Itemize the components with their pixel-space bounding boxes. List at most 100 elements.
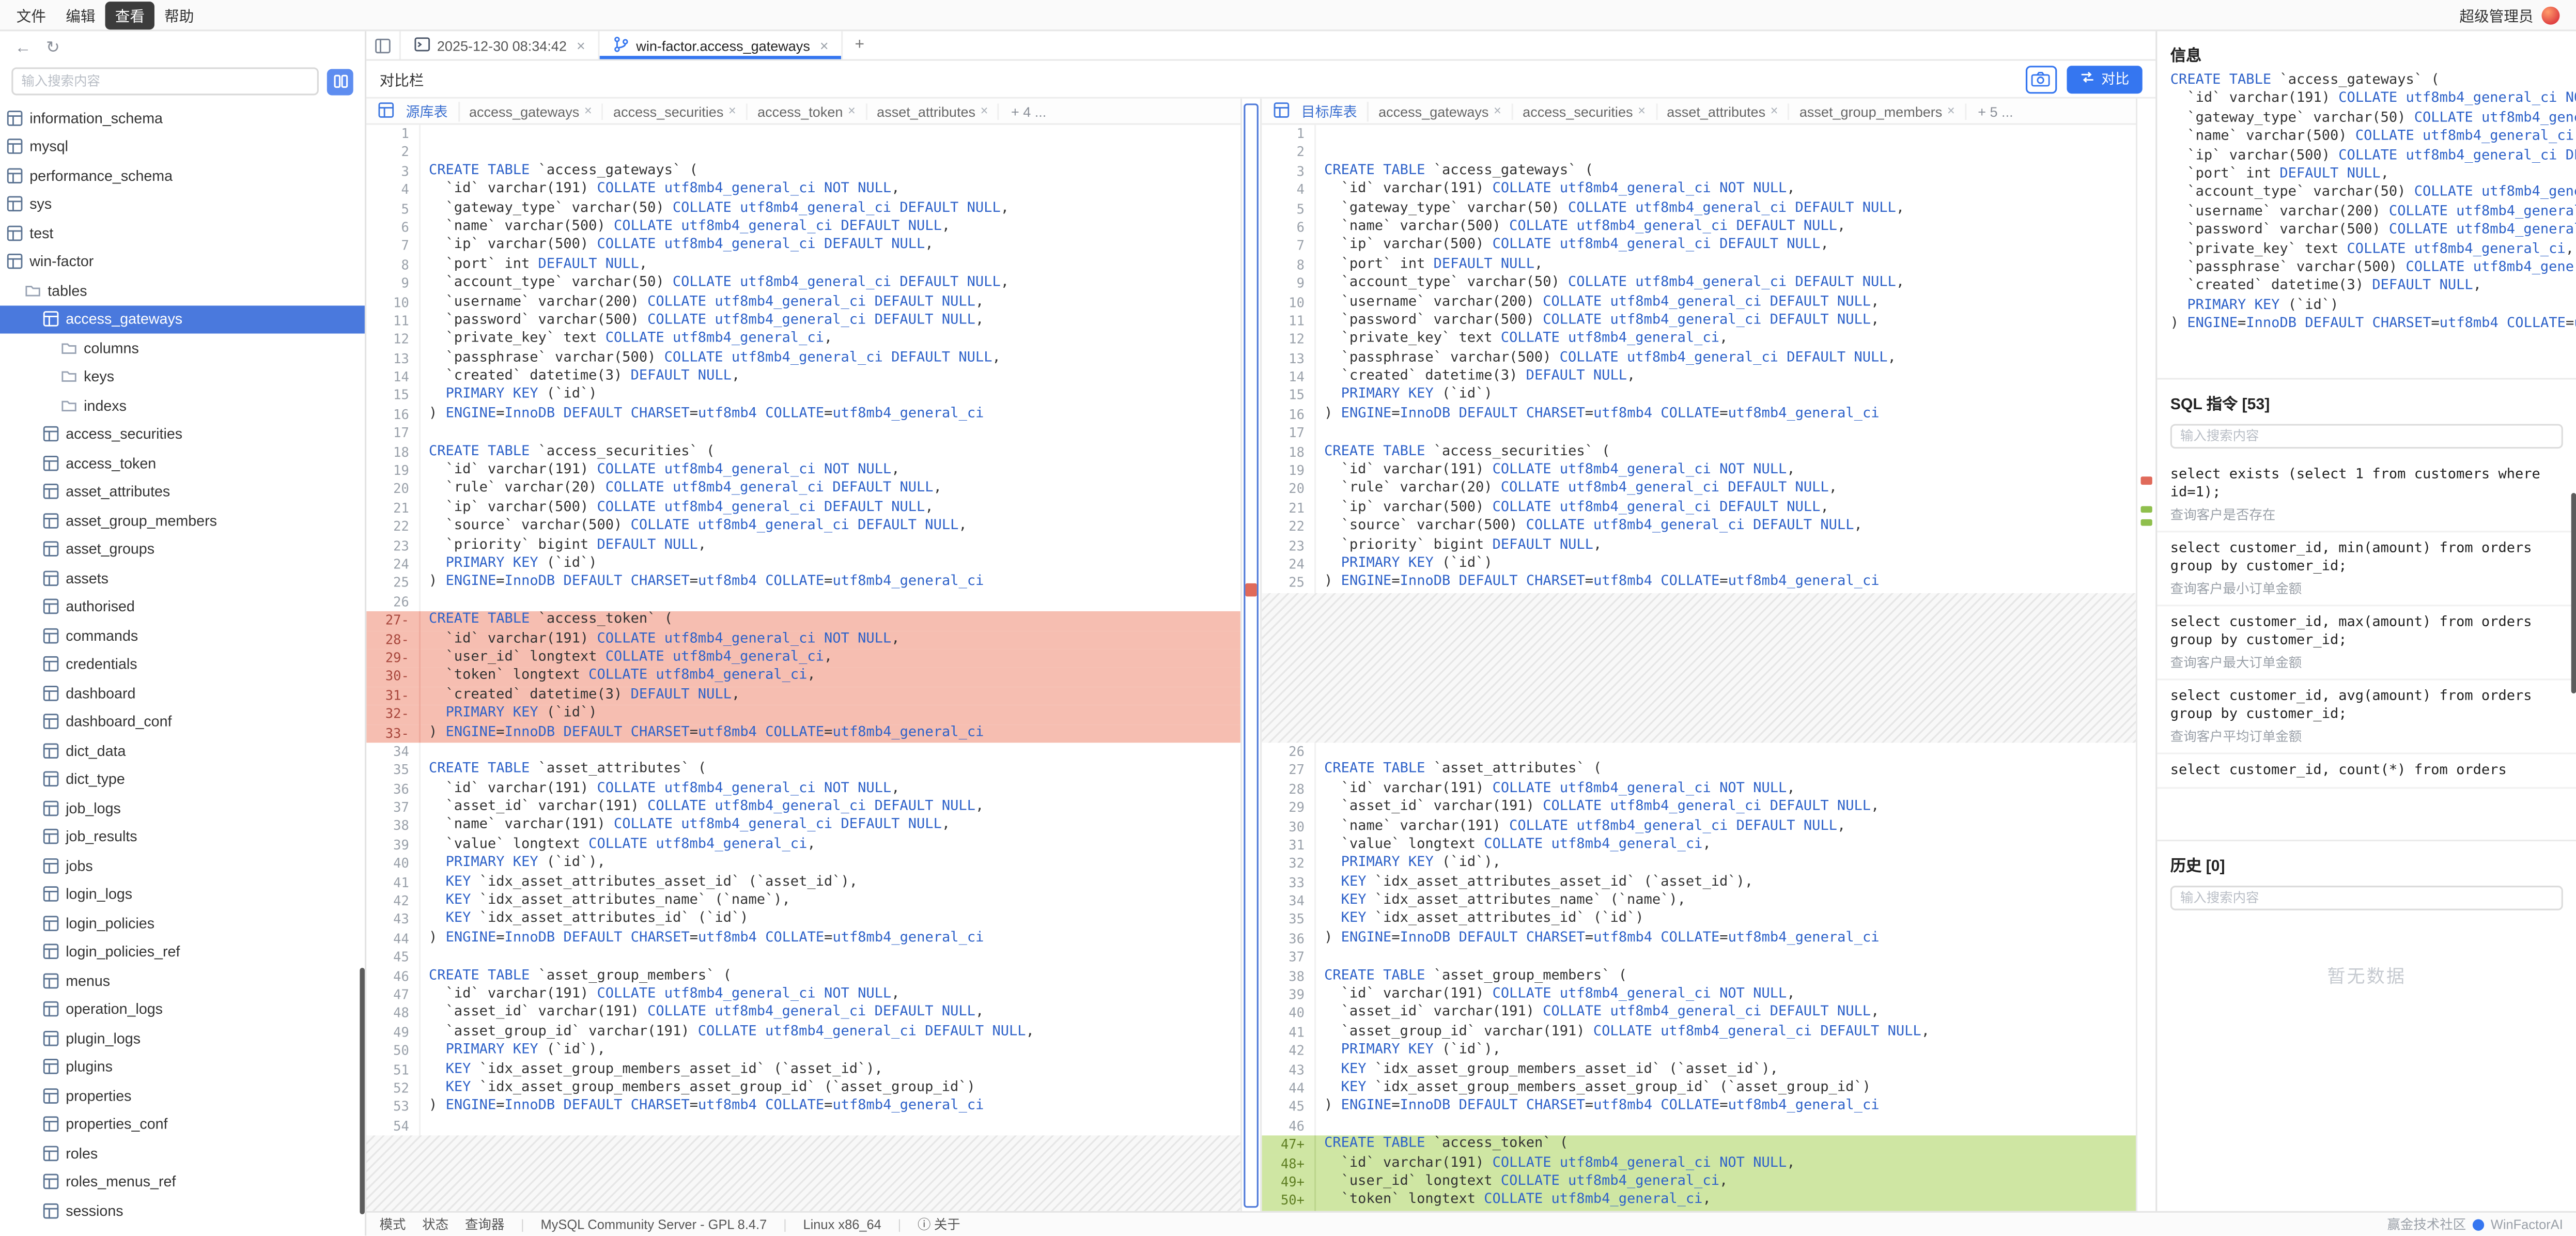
tree-item-asset_attributes[interactable]: asset_attributes	[0, 477, 365, 506]
menu-help[interactable]: 帮助	[154, 1, 204, 29]
tree-item-access_securities[interactable]: access_securities	[0, 420, 365, 449]
sql-commands-search-input[interactable]	[2170, 423, 2563, 448]
source-editor[interactable]: 123CREATE TABLE `access_gateways` (4 `id…	[366, 125, 1240, 1211]
sql-command-item[interactable]: select exists (select 1 from customers w…	[2157, 458, 2576, 532]
statusbar-status[interactable]: 状态	[422, 1215, 448, 1233]
compare-button[interactable]: 对比	[2067, 65, 2142, 93]
sql-command-item[interactable]: select customer_id, max(amount) from ord…	[2157, 606, 2576, 679]
back-icon[interactable]: ←	[15, 40, 32, 57]
line-number: 25	[366, 574, 421, 593]
statusbar-query[interactable]: 查询器	[465, 1215, 504, 1233]
tree-item-dict_data[interactable]: dict_data	[0, 736, 365, 765]
tree-item-sessions[interactable]: sessions	[0, 1196, 365, 1225]
code-line: 26	[366, 593, 1240, 611]
target-table-tab-asset_attributes[interactable]: asset_attributes×	[1657, 103, 1790, 119]
tree-item-tables[interactable]: tables	[0, 276, 365, 305]
close-icon[interactable]: ×	[981, 103, 988, 118]
tree-item-authorised[interactable]: authorised	[0, 592, 365, 621]
close-icon[interactable]: ×	[728, 103, 736, 118]
tree-item-keys[interactable]: keys	[0, 362, 365, 391]
close-icon[interactable]: ×	[820, 37, 829, 54]
tree-item-dashboard_conf[interactable]: dashboard_conf	[0, 707, 365, 736]
tree-item-jobs[interactable]: jobs	[0, 851, 365, 880]
tree-item-commands[interactable]: commands	[0, 621, 365, 650]
close-icon[interactable]: ×	[1771, 103, 1778, 118]
tree-item-login_logs[interactable]: login_logs	[0, 880, 365, 909]
tree-item-access_token[interactable]: access_token	[0, 449, 365, 477]
source-table-tab-access_token[interactable]: access_token×	[748, 103, 867, 119]
history-search-input[interactable]	[2170, 885, 2563, 910]
menu-edit[interactable]: 编辑	[56, 1, 105, 29]
tree-item-assets[interactable]: assets	[0, 564, 365, 593]
close-icon[interactable]: ×	[1638, 103, 1646, 118]
tree-item-roles[interactable]: roles	[0, 1139, 365, 1168]
tab-compare[interactable]: win-factor.access_gateways×	[600, 31, 843, 59]
minimap-viewport[interactable]	[1244, 103, 1259, 1208]
code-line: 54	[366, 1117, 1240, 1135]
target-editor[interactable]: 123CREATE TABLE `access_gateways` (4 `id…	[1262, 125, 2136, 1211]
tree-item-indexs[interactable]: indexs	[0, 391, 365, 420]
tree-item-asset_group_members[interactable]: asset_group_members	[0, 506, 365, 535]
tree-item-asset_groups[interactable]: asset_groups	[0, 535, 365, 564]
tree-item-properties[interactable]: properties	[0, 1081, 365, 1110]
refresh-icon[interactable]: ↻	[46, 40, 60, 57]
source-table-tab-access_securities[interactable]: access_securities×	[603, 103, 748, 119]
target-more-tabs[interactable]: + 5 ...	[1966, 103, 2025, 119]
toggle-sidebar-icon[interactable]	[366, 31, 401, 59]
new-tab-button[interactable]: +	[843, 31, 876, 59]
line-number: 29	[1262, 799, 1316, 817]
source-table-tab-asset_attributes[interactable]: asset_attributes×	[867, 103, 1000, 119]
tree-item-win-factor[interactable]: win-factor	[0, 248, 365, 276]
sql-command-item[interactable]: select customer_id, avg(amount) from ord…	[2157, 680, 2576, 754]
target-table-tab-access_securities[interactable]: access_securities×	[1513, 103, 1657, 119]
tree-item-job_results[interactable]: job_results	[0, 823, 365, 852]
tree-item-login_policies_ref[interactable]: login_policies_ref	[0, 937, 365, 966]
tree-item-test[interactable]: test	[0, 219, 365, 248]
table-ddl-preview: CREATE TABLE `access_gateways` ( `id` va…	[2157, 72, 2576, 335]
sidebar-compare-button[interactable]	[327, 68, 353, 95]
snapshot-button[interactable]	[2026, 65, 2057, 93]
tree-item-performance_schema[interactable]: performance_schema	[0, 161, 365, 190]
tree-item-roles_menus_ref[interactable]: roles_menus_ref	[0, 1167, 365, 1196]
source-more-tabs[interactable]: + 4 ...	[1000, 103, 1058, 119]
tree-item-information_schema[interactable]: information_schema	[0, 103, 365, 132]
close-icon[interactable]: ×	[848, 103, 856, 118]
tree-item-job_logs[interactable]: job_logs	[0, 794, 365, 823]
tree-item-access_gateways[interactable]: access_gateways	[0, 305, 365, 334]
tree-item-dashboard[interactable]: dashboard	[0, 678, 365, 707]
close-icon[interactable]: ×	[1947, 103, 1955, 118]
tree-item-mysql[interactable]: mysql	[0, 132, 365, 161]
code-line: 36) ENGINE=InnoDB DEFAULT CHARSET=utf8mb…	[1262, 930, 2136, 948]
sql-command-item[interactable]: select customer_id, count(*) from orders	[2157, 754, 2576, 789]
target-table-tab-access_gateways[interactable]: access_gateways×	[1369, 103, 1513, 119]
menu-file[interactable]: 文件	[7, 1, 56, 29]
close-icon[interactable]: ×	[584, 103, 592, 118]
sidebar-search-input[interactable]	[11, 67, 319, 95]
tree-item-plugin_logs[interactable]: plugin_logs	[0, 1024, 365, 1053]
tree-item-menus[interactable]: menus	[0, 966, 365, 995]
tree-item-operation_logs[interactable]: operation_logs	[0, 995, 365, 1024]
target-minimap[interactable]	[2137, 99, 2155, 1211]
tree-item-properties_conf[interactable]: properties_conf	[0, 1110, 365, 1139]
target-table-tab-asset_group_members[interactable]: asset_group_members×	[1790, 103, 1966, 119]
tree-item-login_policies[interactable]: login_policies	[0, 909, 365, 938]
info-panel-scrollbar[interactable]	[2571, 493, 2576, 693]
avatar[interactable]	[2541, 6, 2559, 24]
tree-item-credentials[interactable]: credentials	[0, 650, 365, 679]
menu-view[interactable]: 查看	[105, 1, 154, 29]
source-minimap[interactable]	[1242, 99, 1262, 1211]
tab-console[interactable]: 2025-12-30 08:34:42×	[401, 31, 600, 59]
tree-item-plugins[interactable]: plugins	[0, 1053, 365, 1082]
source-table-tab-access_gateways[interactable]: access_gateways×	[459, 103, 603, 119]
statusbar-mode[interactable]: 模式	[380, 1215, 406, 1233]
close-icon[interactable]: ×	[577, 37, 585, 54]
tree-item-columns[interactable]: columns	[0, 334, 365, 363]
about-link[interactable]: ⓘ 关于	[918, 1215, 960, 1233]
line-number: 4	[366, 181, 421, 199]
tree-item-dict_type[interactable]: dict_type	[0, 765, 365, 794]
sidebar-scrollbar[interactable]	[360, 968, 365, 1214]
tree-item-sys[interactable]: sys	[0, 190, 365, 219]
sql-command-item[interactable]: select customer_id, min(amount) from ord…	[2157, 532, 2576, 606]
table-icon	[43, 426, 59, 442]
close-icon[interactable]: ×	[1494, 103, 1501, 118]
